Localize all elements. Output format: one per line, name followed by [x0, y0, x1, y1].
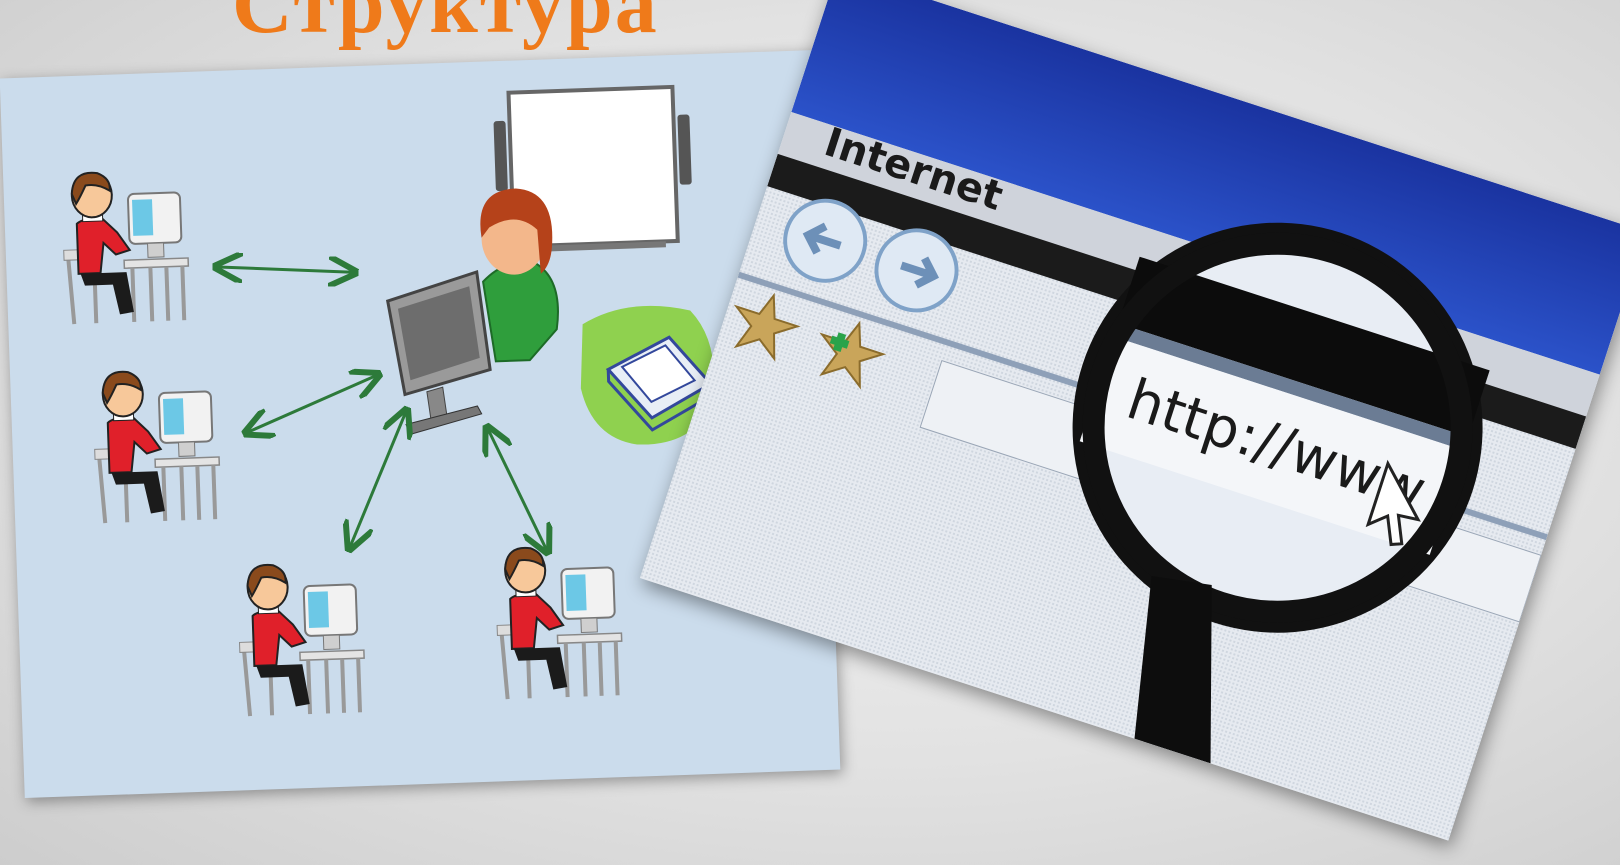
slide-title: Структура — [232, 0, 659, 51]
student-at-computer-icon — [92, 369, 221, 524]
student-at-computer-icon — [494, 545, 623, 700]
student-at-computer-icon — [237, 562, 366, 717]
student-at-computer-icon — [61, 169, 190, 324]
teacher-at-computer-icon — [385, 188, 559, 435]
